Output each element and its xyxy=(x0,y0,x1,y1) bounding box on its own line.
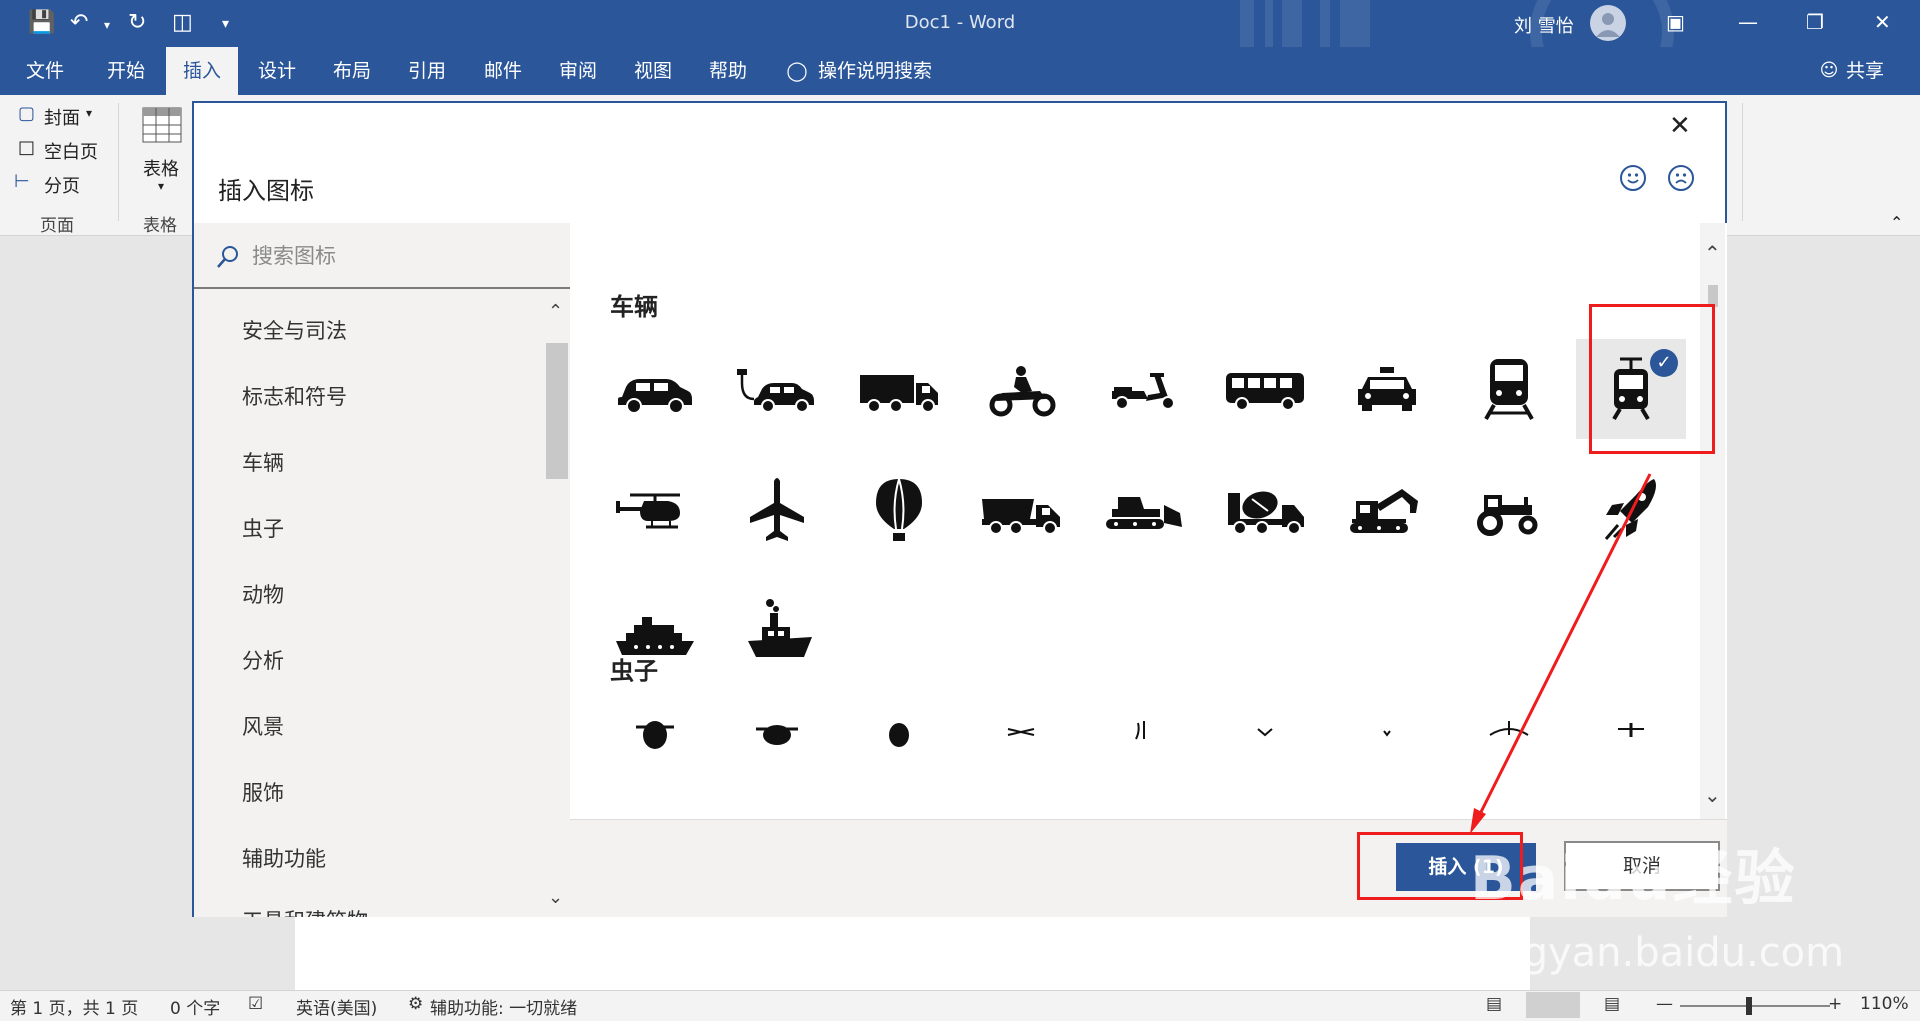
watermark-brand: Baidu经验 xyxy=(1470,844,1797,914)
watermark-url: jingyan.baidu.com xyxy=(1475,930,1845,976)
